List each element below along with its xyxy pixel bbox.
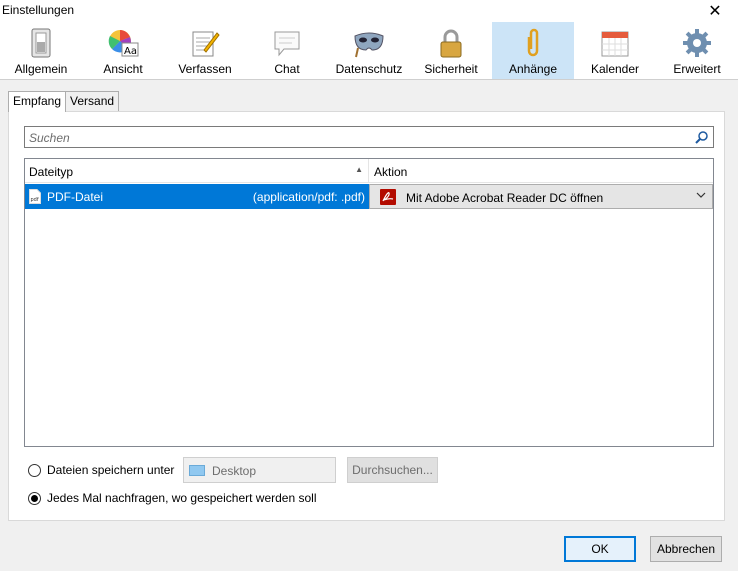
search-icon — [695, 131, 708, 144]
search-input[interactable]: Suchen — [24, 126, 714, 148]
toolbar-label: Allgemein — [14, 62, 68, 76]
browse-button[interactable]: Durchsuchen... — [347, 457, 438, 483]
search-placeholder: Suchen — [29, 131, 70, 145]
toolbar-label: Anhänge — [508, 62, 558, 76]
toolbar-label: Chat — [274, 62, 300, 76]
toolbar-anhaenge[interactable]: Anhänge — [492, 22, 574, 79]
speech-bubble-icon — [270, 26, 304, 60]
cancel-button[interactable]: Abbrechen — [650, 536, 722, 562]
preferences-toolbar: Allgemein Aa Ansicht Verfassen Chat Date… — [0, 22, 738, 80]
toolbar-kalender[interactable]: Kalender — [574, 22, 656, 79]
action-dropdown[interactable]: Mit Adobe Acrobat Reader DC öffnen — [369, 184, 713, 209]
calendar-icon — [598, 26, 632, 60]
toolbar-label: Sicherheit — [424, 62, 478, 76]
attachments-panel: Suchen Dateityp ▲ Aktion pdf PDF-Datei (… — [8, 111, 725, 521]
radio-save-to[interactable] — [28, 463, 41, 477]
toolbar-label: Kalender — [590, 62, 640, 76]
ok-button[interactable]: OK — [564, 536, 636, 562]
sort-ascending-icon: ▲ — [355, 165, 363, 174]
column-header-dateityp[interactable]: Dateityp ▲ — [25, 159, 369, 183]
column-header-aktion[interactable]: Aktion — [370, 159, 713, 183]
download-folder-field: Desktop — [183, 457, 336, 483]
close-button[interactable]: ✕ — [692, 0, 738, 22]
option-save-to-label: Dateien speichern unter — [47, 463, 175, 477]
toolbar-erweitert[interactable]: Erweitert — [656, 22, 738, 79]
radio-ask[interactable] — [28, 491, 41, 505]
toolbar-chat[interactable]: Chat — [246, 22, 328, 79]
gear-icon — [680, 26, 714, 60]
title-bar: Einstellungen ✕ — [0, 0, 738, 22]
toolbar-ansicht[interactable]: Aa Ansicht — [82, 22, 164, 79]
subtab-bar: Empfang Versand — [8, 91, 120, 112]
table-row[interactable]: pdf PDF-Datei (application/pdf: .pdf) Mi… — [25, 184, 713, 209]
row-file-type[interactable]: pdf PDF-Datei (application/pdf: .pdf) — [25, 184, 369, 209]
close-icon: ✕ — [708, 3, 722, 20]
action-label: Mit Adobe Acrobat Reader DC öffnen — [406, 191, 604, 205]
toolbar-allgemein[interactable]: Allgemein — [0, 22, 82, 79]
folder-icon — [189, 465, 205, 476]
tab-versand[interactable]: Versand — [65, 91, 120, 111]
toolbar-verfassen[interactable]: Verfassen — [164, 22, 246, 79]
toolbar-datenschutz[interactable]: Datenschutz — [328, 22, 410, 79]
file-type-name: PDF-Datei — [47, 190, 104, 204]
acrobat-reader-icon — [380, 189, 396, 205]
switch-icon — [24, 26, 58, 60]
option-ask[interactable]: Jedes Mal nachfragen, wo gespeichert wer… — [28, 491, 316, 505]
mask-icon — [352, 26, 386, 60]
paperclip-icon — [516, 26, 550, 60]
svg-text:pdf: pdf — [31, 197, 39, 203]
toolbar-label: Datenschutz — [335, 62, 403, 76]
window-title: Einstellungen — [2, 3, 75, 17]
list-header: Dateityp ▲ Aktion — [25, 159, 713, 183]
option-ask-label: Jedes Mal nachfragen, wo gespeichert wer… — [47, 491, 317, 505]
option-save-to[interactable]: Dateien speichern unter — [28, 463, 174, 477]
toolbar-label: Erweitert — [673, 62, 721, 76]
tab-empfang[interactable]: Empfang — [8, 91, 67, 112]
toolbar-label: Verfassen — [178, 62, 232, 76]
notepad-pencil-icon — [188, 26, 222, 60]
svg-text:Aa: Aa — [124, 46, 137, 57]
toolbar-label: Ansicht — [103, 62, 143, 76]
file-type-mime: (application/pdf: .pdf) — [252, 190, 365, 204]
color-wheel-icon: Aa — [106, 26, 140, 60]
padlock-icon — [434, 26, 468, 60]
file-type-list[interactable]: Dateityp ▲ Aktion pdf PDF-Datei (applica… — [24, 158, 714, 447]
folder-name: Desktop — [212, 464, 257, 478]
toolbar-sicherheit[interactable]: Sicherheit — [410, 22, 492, 79]
pdf-file-icon: pdf — [29, 189, 41, 204]
chevron-down-icon — [696, 192, 706, 198]
